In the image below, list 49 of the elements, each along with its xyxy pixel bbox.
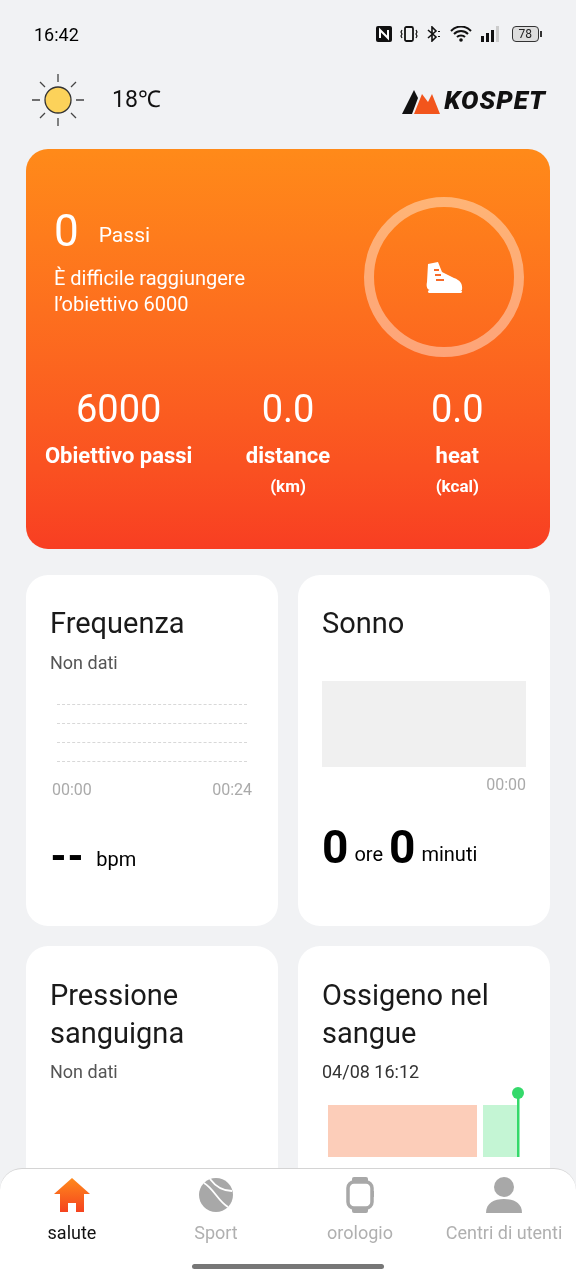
nav-tab[interactable]: salute — [0, 1177, 144, 1246]
axis-label: 00:00 — [52, 779, 92, 801]
axis-label: 00:24 — [212, 779, 252, 801]
stat-unit: (kcal) — [435, 475, 479, 498]
home-icon — [53, 1177, 91, 1213]
ball-icon — [198, 1177, 234, 1213]
card-title: Pressione sanguigna — [50, 977, 186, 1052]
stat-value: 0.0 — [261, 387, 315, 431]
nfc-icon — [375, 26, 392, 42]
chart-bar — [483, 1105, 517, 1157]
stat-label: heat — [435, 442, 480, 470]
signal-icon — [479, 26, 500, 42]
sleep-minutes: 0 — [389, 825, 416, 869]
shoe-icon — [424, 260, 464, 294]
hours-unit: ore — [354, 841, 383, 868]
sleep-card[interactable]: Sonno 00:00 0 ore 0 minuti — [298, 575, 550, 926]
status-time: 16:42 — [34, 22, 79, 47]
card-subtitle: Non dati — [50, 1060, 119, 1084]
bluetooth-icon — [425, 26, 442, 42]
stat-value: 0.0 — [430, 387, 484, 431]
card-subtitle: 04/08 16:12 — [322, 1060, 421, 1084]
sleep-hours: 0 — [322, 825, 349, 869]
user-icon — [485, 1177, 523, 1213]
card-title: Ossigeno nel sangue — [322, 977, 490, 1052]
axis-label: 00:00 — [486, 774, 526, 796]
stat-label: Obiettivo passi — [44, 442, 193, 470]
stat-label: distance — [245, 442, 331, 470]
battery-indicator: 78 — [511, 26, 542, 42]
card-subtitle: Non dati — [50, 651, 119, 675]
heart-rate-card[interactable]: Frequenza Non dati 00:00 00:24 -- bpm — [26, 575, 278, 926]
goal-message: È difficile raggiungere l’obiettivo 6000 — [54, 265, 246, 317]
heart-rate-unit: bpm — [96, 846, 137, 873]
watch-icon — [346, 1177, 374, 1213]
wifi-icon — [449, 26, 472, 42]
heart-rate-value: -- — [50, 838, 85, 874]
brand-logo: KOSPET — [402, 86, 546, 114]
blood-pressure-card[interactable]: Pressione sanguigna Non dati — [26, 946, 278, 1168]
minutes-unit: minuti — [421, 841, 478, 868]
card-title: Frequenza — [50, 605, 186, 641]
stat-unit: (km) — [270, 475, 306, 498]
marker-line — [512, 1087, 524, 1157]
blood-oxygen-card[interactable]: Ossigeno nel sangue 04/08 16:12 — [298, 946, 550, 1168]
card-title: Sonno — [322, 605, 406, 641]
stat-value: 6000 — [75, 387, 162, 431]
sun-icon — [30, 72, 86, 128]
vibrate-icon — [399, 26, 418, 42]
steps-unit: Passi — [98, 221, 151, 249]
temperature: 18℃ — [112, 84, 161, 115]
steps-count: 0 — [54, 209, 79, 253]
